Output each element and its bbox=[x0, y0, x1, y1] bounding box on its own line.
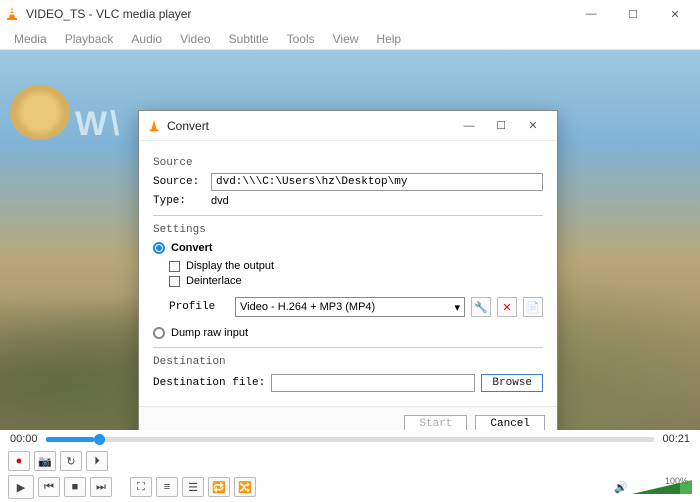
radio-dump[interactable]: Dump raw input bbox=[153, 327, 543, 339]
checkbox-icon bbox=[169, 276, 180, 287]
radio-convert[interactable]: Convert bbox=[153, 242, 543, 254]
fullscreen-icon: ⛶ bbox=[137, 481, 145, 494]
destination-file-input[interactable] bbox=[271, 374, 475, 392]
menu-subtitle[interactable]: Subtitle bbox=[221, 30, 277, 48]
browse-button[interactable]: Browse bbox=[481, 374, 543, 392]
cancel-button[interactable]: Cancel bbox=[475, 415, 545, 430]
frame-icon: ⏵ bbox=[94, 455, 100, 468]
menu-help[interactable]: Help bbox=[368, 30, 409, 48]
minimize-button[interactable]: — bbox=[570, 0, 612, 28]
fullscreen-button[interactable]: ⛶ bbox=[130, 477, 152, 497]
window-title: VIDEO_TS - VLC media player bbox=[26, 7, 570, 21]
vlc-cone-icon bbox=[4, 6, 20, 22]
menu-video[interactable]: Video bbox=[172, 30, 218, 48]
seek-thumb[interactable] bbox=[94, 434, 105, 445]
record-row: ● 📷 ↻ ⏵ bbox=[0, 448, 700, 474]
next-button[interactable]: ⏭ bbox=[90, 477, 112, 497]
radio-icon bbox=[153, 242, 165, 254]
x-icon: ✕ bbox=[502, 301, 511, 314]
stop-icon: ■ bbox=[72, 481, 79, 493]
profile-label: Profile bbox=[169, 301, 229, 313]
loop-ab-icon: ↻ bbox=[66, 455, 75, 468]
source-input[interactable] bbox=[211, 173, 543, 191]
radio-dump-label: Dump raw input bbox=[171, 327, 248, 339]
wrench-icon: 🔧 bbox=[474, 301, 488, 314]
speaker-icon[interactable]: 🔊 bbox=[614, 481, 628, 494]
frame-step-button[interactable]: ⏵ bbox=[86, 451, 108, 471]
equalizer-icon: ≡ bbox=[164, 481, 170, 493]
loop-button[interactable]: 🔁 bbox=[208, 477, 230, 497]
playlist-icon: ☰ bbox=[188, 481, 198, 494]
video-area: W\ Convert — ☐ ✕ Source Source: Type: dv… bbox=[0, 50, 700, 430]
dialog-minimize-button[interactable]: — bbox=[453, 113, 485, 139]
menubar: Media Playback Audio Video Subtitle Tool… bbox=[0, 28, 700, 50]
dialog-maximize-button[interactable]: ☐ bbox=[485, 113, 517, 139]
snapshot-button[interactable]: 📷 bbox=[34, 451, 56, 471]
prev-icon: ⏮ bbox=[44, 481, 54, 494]
play-button[interactable]: ▶ bbox=[8, 475, 34, 499]
convert-dialog: Convert — ☐ ✕ Source Source: Type: dvd S… bbox=[138, 110, 558, 430]
profile-select[interactable]: Video - H.264 + MP3 (MP4) ▾ bbox=[235, 297, 465, 317]
camera-icon: 📷 bbox=[38, 455, 52, 468]
type-label: Type: bbox=[153, 195, 205, 207]
profile-value: Video - H.264 + MP3 (MP4) bbox=[240, 301, 375, 313]
playlist-button[interactable]: ☰ bbox=[182, 477, 204, 497]
checkbox-display-label: Display the output bbox=[186, 260, 274, 272]
dialog-close-button[interactable]: ✕ bbox=[517, 113, 549, 139]
profile-delete-button[interactable]: ✕ bbox=[497, 297, 517, 317]
record-button[interactable]: ● bbox=[8, 451, 30, 471]
chevron-down-icon: ▾ bbox=[454, 301, 460, 314]
volume-slider[interactable]: 100% bbox=[632, 478, 692, 496]
time-total: 00:21 bbox=[662, 433, 690, 445]
source-label: Source: bbox=[153, 176, 205, 188]
destination-file-label: Destination file: bbox=[153, 377, 265, 389]
maximize-button[interactable]: ☐ bbox=[612, 0, 654, 28]
checkbox-deinterlace-label: Deinterlace bbox=[186, 275, 242, 287]
close-button[interactable]: ✕ bbox=[654, 0, 696, 28]
controls-row: ▶ ⏮ ■ ⏭ ⛶ ≡ ☰ 🔁 🔀 🔊 100% bbox=[0, 474, 700, 500]
profile-new-button[interactable]: 📄 bbox=[523, 297, 543, 317]
section-settings: Settings bbox=[153, 224, 543, 236]
dialog-title: Convert bbox=[167, 119, 453, 133]
stop-button[interactable]: ■ bbox=[64, 477, 86, 497]
dialog-titlebar: Convert — ☐ ✕ bbox=[139, 111, 557, 141]
checkbox-deinterlace[interactable]: Deinterlace bbox=[169, 275, 543, 287]
leopard-image bbox=[10, 85, 70, 140]
loop-ab-button[interactable]: ↻ bbox=[60, 451, 82, 471]
seek-slider[interactable] bbox=[46, 437, 655, 442]
new-icon: 📄 bbox=[526, 301, 540, 314]
menu-audio[interactable]: Audio bbox=[123, 30, 170, 48]
menu-playback[interactable]: Playback bbox=[57, 30, 122, 48]
shuffle-button[interactable]: 🔀 bbox=[234, 477, 256, 497]
checkbox-display-output[interactable]: Display the output bbox=[169, 260, 543, 272]
watermark: W\ bbox=[75, 105, 123, 144]
radio-icon bbox=[153, 327, 165, 339]
type-value: dvd bbox=[211, 195, 229, 207]
time-current: 00:00 bbox=[10, 433, 38, 445]
menu-view[interactable]: View bbox=[325, 30, 367, 48]
next-icon: ⏭ bbox=[96, 481, 106, 494]
volume-value: 100% bbox=[665, 476, 688, 486]
prev-button[interactable]: ⏮ bbox=[38, 477, 60, 497]
titlebar: VIDEO_TS - VLC media player — ☐ ✕ bbox=[0, 0, 700, 28]
menu-tools[interactable]: Tools bbox=[279, 30, 323, 48]
loop-icon: 🔁 bbox=[212, 481, 226, 494]
play-icon: ▶ bbox=[17, 481, 25, 494]
seekbar: 00:00 00:21 bbox=[0, 430, 700, 448]
checkbox-icon bbox=[169, 261, 180, 272]
radio-convert-label: Convert bbox=[171, 242, 213, 254]
extended-settings-button[interactable]: ≡ bbox=[156, 477, 178, 497]
section-source: Source bbox=[153, 157, 543, 169]
start-button[interactable]: Start bbox=[404, 415, 467, 430]
profile-edit-button[interactable]: 🔧 bbox=[471, 297, 491, 317]
vlc-cone-icon bbox=[147, 119, 161, 133]
shuffle-icon: 🔀 bbox=[238, 481, 252, 494]
menu-media[interactable]: Media bbox=[6, 30, 55, 48]
section-destination: Destination bbox=[153, 356, 543, 368]
